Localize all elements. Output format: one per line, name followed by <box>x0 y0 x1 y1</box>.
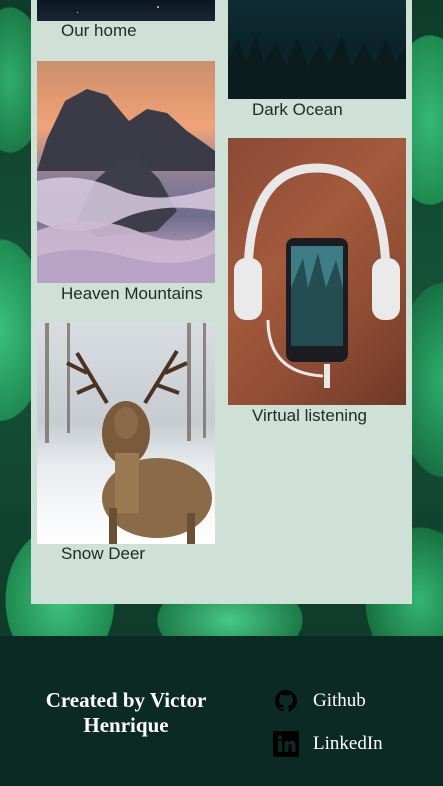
linkedin-icon <box>273 731 299 757</box>
gallery-caption: Heaven Mountains <box>61 284 203 303</box>
author-credit: Created by Victor Henrique <box>45 688 207 737</box>
github-label: Github <box>313 690 366 711</box>
dark-ocean-image <box>228 0 406 99</box>
heaven-mountains-image <box>37 61 215 283</box>
gallery-caption: Virtual listening <box>252 406 367 425</box>
footer: Created by Victor Henrique Github Linked… <box>0 636 443 786</box>
linkedin-label: LinkedIn <box>313 733 383 754</box>
gallery-caption: Snow Deer <box>61 544 146 563</box>
virtual-listening-image <box>228 138 406 405</box>
our-home-image <box>37 0 215 21</box>
linkedin-link[interactable]: LinkedIn <box>273 731 383 757</box>
github-link[interactable]: Github <box>273 688 366 714</box>
gallery-caption: Dark Ocean <box>252 100 343 119</box>
gallery-panel: Our home Dark Ocean Heaven Mountains Vir… <box>31 0 412 604</box>
snow-deer-image <box>37 323 215 544</box>
gallery-caption: Our home <box>61 21 137 40</box>
github-icon <box>273 688 299 714</box>
